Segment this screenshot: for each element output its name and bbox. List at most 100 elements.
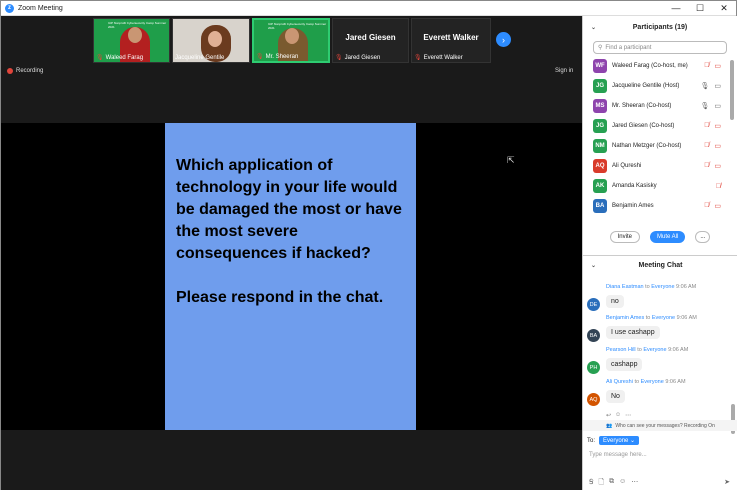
video-off-icon[interactable]: ▭ bbox=[714, 202, 721, 210]
muted-mic-icon[interactable]: 🎙̸ bbox=[716, 183, 721, 190]
message-meta: Ali Qureshi to Everyone 9:06 AM bbox=[606, 379, 686, 385]
chat-recipient: To: Everyone ⌄ bbox=[587, 436, 640, 445]
muted-mic-icon[interactable]: 🎙̸ bbox=[704, 122, 709, 130]
participant-search-input[interactable]: ⚲ Find a participant bbox=[593, 41, 727, 54]
video-tile-jared[interactable]: Jared Giesen 🎙 Jared Giesen bbox=[332, 18, 409, 63]
mic-on-icon[interactable]: 🎙 bbox=[700, 82, 709, 90]
chat-message: BA Benjamin Ames to Everyone 9:06 AM I u… bbox=[587, 315, 727, 342]
close-button[interactable]: ✕ bbox=[712, 1, 736, 16]
chat-toolbar: Ꞩ 🗋 ⧉ ☺ ⋯ bbox=[589, 478, 638, 489]
format-icon[interactable]: Ꞩ bbox=[589, 478, 593, 489]
people-icon: 👥 bbox=[606, 422, 613, 429]
chat-visibility-notice[interactable]: 👥 Who can see your messages? Recording O… bbox=[583, 420, 737, 431]
minimize-button[interactable]: — bbox=[664, 1, 688, 16]
participant-row[interactable]: MS Mr. Sheeran (Co-host) 🎙 ▭ bbox=[583, 96, 737, 116]
participant-name: Waleed Farag (Co-host, me) bbox=[612, 63, 688, 69]
mic-on-icon[interactable]: 🎙 bbox=[700, 102, 709, 110]
shared-screen: Which application of technology in your … bbox=[1, 123, 582, 430]
next-page-arrow-icon[interactable]: › bbox=[496, 32, 511, 47]
muted-mic-icon: 🎙 bbox=[414, 55, 422, 61]
participant-row[interactable]: WF Waleed Farag (Co-host, me) 🎙̸ ▭ bbox=[583, 56, 737, 76]
chat-message: DE Diana Eastman to Everyone 9:06 AM no bbox=[587, 284, 727, 311]
video-tile-mr-sheeran[interactable]: IUP Nonprofit Cybersecurity Camp Summer … bbox=[252, 18, 330, 63]
avatar: AQ bbox=[593, 159, 607, 173]
chat-input[interactable]: Type message here... bbox=[589, 452, 647, 458]
recipient-dropdown[interactable]: Everyone ⌄ bbox=[599, 436, 640, 445]
zoom-window: z Zoom Meeting — ☐ ✕ IUP Nonprofit Cyber… bbox=[0, 0, 737, 490]
video-tile-everett[interactable]: Everett Walker 🎙 Everett Walker bbox=[411, 18, 491, 63]
reply-icon[interactable]: ↩ bbox=[606, 412, 611, 419]
chat-message: AQ Ali Qureshi to Everyone 9:06 AM No bbox=[587, 379, 727, 406]
more-options-button[interactable]: ... bbox=[695, 231, 711, 243]
avatar: AK bbox=[593, 179, 607, 193]
muted-mic-icon[interactable]: 🎙̸ bbox=[704, 62, 709, 70]
video-on-icon[interactable]: ▭ bbox=[714, 82, 721, 90]
invite-button[interactable]: Invite bbox=[609, 231, 640, 243]
avatar: PH bbox=[587, 361, 600, 374]
video-off-icon[interactable]: ▭ bbox=[714, 62, 721, 70]
meeting-area: IUP Nonprofit Cybersecurity Camp Summer … bbox=[1, 16, 582, 490]
video-tile-waleed[interactable]: IUP Nonprofit Cybersecurity Camp Summer … bbox=[93, 18, 170, 63]
message-text: no bbox=[606, 295, 624, 308]
muted-mic-icon: 🎙 bbox=[256, 54, 264, 60]
muted-mic-icon[interactable]: 🎙̸ bbox=[704, 142, 709, 150]
participant-row[interactable]: JG Jacqueline Gentile (Host) 🎙 ▭ bbox=[583, 76, 737, 96]
recording-indicator[interactable]: Recording bbox=[7, 68, 43, 74]
participant-row[interactable]: JG Jared Giesen (Co-host) 🎙̸ ▭ bbox=[583, 116, 737, 136]
tile-name: 🎙 Everett Walker bbox=[414, 54, 463, 62]
more-icon[interactable]: ⋯ bbox=[631, 478, 638, 489]
chat-message: PH Pearson Hill to Everyone 9:06 AM cash… bbox=[587, 347, 727, 374]
avatar: NM bbox=[593, 139, 607, 153]
visibility-text: Who can see your messages? Recording On bbox=[615, 422, 715, 429]
screenshot-icon[interactable]: ⧉ bbox=[609, 478, 614, 489]
emoji-icon[interactable]: ☺ bbox=[619, 478, 626, 489]
message-text: No bbox=[606, 390, 625, 403]
message-meta: Pearson Hill to Everyone 9:06 AM bbox=[606, 347, 689, 353]
meeting-chat: ⌄ Meeting Chat DE Diana Eastman to Every… bbox=[583, 255, 737, 490]
participant-list: WF Waleed Farag (Co-host, me) 🎙̸ ▭ JG Jacque… bbox=[583, 56, 737, 226]
search-icon: ⚲ bbox=[598, 45, 603, 51]
muted-mic-icon: 🎙 bbox=[335, 55, 343, 61]
recording-label: Recording bbox=[16, 68, 44, 74]
participant-name: Nathan Metzger (Co-host) bbox=[612, 143, 682, 149]
file-icon[interactable]: 🗋 bbox=[598, 478, 604, 489]
maximize-button[interactable]: ☐ bbox=[688, 1, 712, 16]
more-icon[interactable]: ⋯ bbox=[625, 412, 631, 419]
participant-name: Ali Qureshi bbox=[612, 163, 642, 169]
tile-name: 🎙 Waleed Farag bbox=[96, 54, 144, 62]
muted-mic-icon[interactable]: 🎙̸ bbox=[704, 202, 709, 210]
mute-all-button[interactable]: Mute All bbox=[649, 231, 686, 243]
video-tile-jacqueline[interactable]: Jacqueline Gentile bbox=[172, 18, 250, 63]
emoji-icon[interactable]: ☺ bbox=[615, 412, 621, 419]
sign-in-link[interactable]: Sign in bbox=[555, 68, 573, 74]
avatar: DE bbox=[587, 298, 600, 311]
send-icon[interactable]: ➤ bbox=[724, 478, 730, 486]
avatar: MS bbox=[593, 99, 607, 113]
participant-row[interactable]: AK Amanda Kasisky 🎙̸ bbox=[583, 176, 737, 196]
participant-row[interactable]: AQ Ali Qureshi 🎙̸ ▭ bbox=[583, 156, 737, 176]
avatar: JG bbox=[593, 79, 607, 93]
participant-name: Mr. Sheeran (Co-host) bbox=[612, 103, 672, 109]
tile-big-name: Everett Walker bbox=[423, 33, 479, 42]
video-off-icon[interactable]: ▭ bbox=[714, 122, 721, 130]
participant-head bbox=[285, 28, 299, 44]
message-text: I use cashapp bbox=[606, 326, 660, 339]
search-placeholder: Find a participant bbox=[605, 44, 652, 51]
video-on-icon[interactable]: ▭ bbox=[714, 102, 721, 110]
avatar: BA bbox=[587, 329, 600, 342]
tile-name: 🎙 Jared Giesen bbox=[335, 54, 381, 62]
participant-row[interactable]: BA Benjamin Ames 🎙̸ ▭ bbox=[583, 196, 737, 216]
collapse-chevron-icon[interactable]: ⌄ bbox=[591, 24, 596, 31]
message-text: cashapp bbox=[606, 358, 643, 371]
participant-row[interactable]: NM Nathan Metzger (Co-host) 🎙̸ ▭ bbox=[583, 136, 737, 156]
video-off-icon[interactable]: ▭ bbox=[714, 142, 721, 150]
collapse-chevron-icon[interactable]: ⌄ bbox=[591, 262, 596, 269]
muted-mic-icon[interactable]: 🎙̸ bbox=[704, 162, 709, 170]
video-off-icon[interactable]: ▭ bbox=[714, 162, 721, 170]
mouse-cursor-icon: ⇱ bbox=[507, 155, 515, 165]
tile-name: 🎙 Mr. Sheeran bbox=[256, 53, 299, 61]
participant-actions: Invite Mute All ... bbox=[583, 228, 737, 246]
avatar: AQ bbox=[587, 393, 600, 406]
tile-big-name: Jared Giesen bbox=[345, 33, 396, 42]
message-meta: Diana Eastman to Everyone 9:06 AM bbox=[606, 284, 697, 290]
